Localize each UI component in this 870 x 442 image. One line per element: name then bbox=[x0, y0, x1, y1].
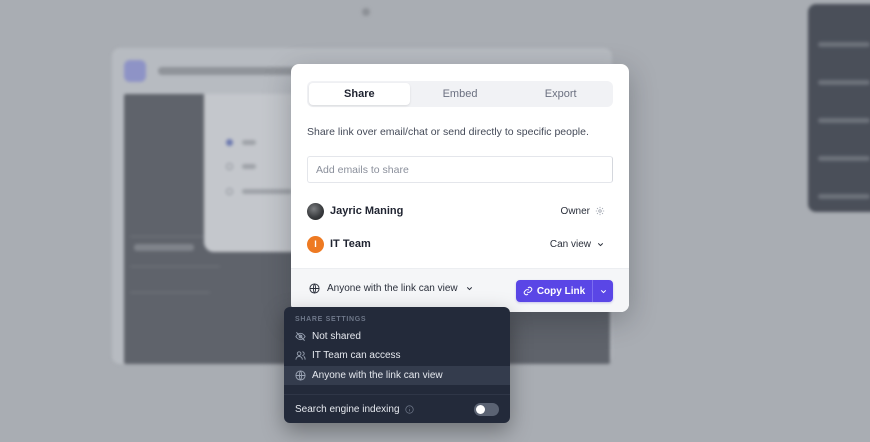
users-icon bbox=[295, 350, 306, 361]
member-name: Jayric Maning bbox=[330, 205, 404, 217]
menu-divider bbox=[284, 394, 510, 395]
background-dot bbox=[362, 8, 370, 16]
background-radio bbox=[226, 188, 233, 195]
menu-item-not-shared[interactable]: Not shared bbox=[284, 327, 510, 346]
copy-link-group: Copy Link bbox=[516, 280, 613, 302]
member-name: IT Team bbox=[330, 238, 371, 250]
chevron-down-icon bbox=[596, 240, 605, 249]
link-icon bbox=[523, 286, 533, 296]
search-indexing-toggle[interactable] bbox=[474, 402, 499, 416]
search-indexing-label: Search engine indexing bbox=[295, 403, 400, 415]
background-panel-item bbox=[818, 80, 870, 85]
background-side-panel bbox=[808, 4, 870, 212]
menu-item-label: IT Team can access bbox=[312, 350, 401, 361]
link-access-label: Anyone with the link can view bbox=[327, 283, 458, 294]
background-radio bbox=[226, 163, 233, 170]
role-label: Owner bbox=[560, 205, 590, 217]
info-icon bbox=[404, 404, 414, 414]
background-row-pill bbox=[134, 244, 194, 251]
background-panel-item bbox=[818, 42, 870, 47]
role-dropdown-it-team[interactable]: Can view bbox=[544, 236, 611, 253]
toggle-knob bbox=[476, 404, 485, 414]
chevron-down-icon bbox=[599, 287, 608, 296]
background-panel-item bbox=[818, 156, 870, 161]
search-indexing-row: Search engine indexing bbox=[295, 402, 499, 416]
chevron-down-icon bbox=[465, 284, 474, 293]
background-radio-text bbox=[242, 164, 256, 169]
copy-link-button[interactable]: Copy Link bbox=[516, 280, 592, 302]
share-modal: Share Embed Export Share link over email… bbox=[291, 64, 629, 312]
avatar bbox=[307, 202, 324, 220]
globe-icon bbox=[309, 283, 320, 294]
background-radio-text bbox=[242, 140, 256, 145]
menu-item-it-team-access[interactable]: IT Team can access bbox=[284, 346, 510, 365]
background-row-line bbox=[130, 236, 210, 237]
email-input[interactable] bbox=[307, 156, 613, 183]
menu-item-label: Not shared bbox=[312, 331, 361, 342]
member-row-it-team: I IT Team Can view bbox=[307, 233, 613, 255]
tab-embed[interactable]: Embed bbox=[410, 83, 511, 105]
background-row-line bbox=[130, 266, 220, 267]
gear-icon bbox=[595, 206, 605, 216]
tab-export[interactable]: Export bbox=[510, 83, 611, 105]
background-panel-item bbox=[818, 118, 870, 123]
background-row-line bbox=[130, 292, 210, 293]
menu-item-anyone-with-link[interactable]: Anyone with the link can view bbox=[284, 366, 510, 385]
role-owner[interactable]: Owner bbox=[555, 203, 611, 220]
member-row-owner: Jayric Maning Owner bbox=[307, 200, 613, 222]
tab-share[interactable]: Share bbox=[309, 83, 410, 105]
background-headline bbox=[158, 67, 308, 75]
share-footer: Anyone with the link can view Copy Link bbox=[291, 268, 629, 312]
background-avatar bbox=[124, 60, 146, 82]
background-panel-item bbox=[818, 194, 870, 199]
share-settings-menu: SHARE SETTINGS Not shared IT Team can ac… bbox=[284, 307, 510, 423]
menu-item-label: Anyone with the link can view bbox=[312, 370, 443, 381]
avatar: I bbox=[307, 235, 324, 253]
role-label: Can view bbox=[549, 238, 591, 250]
background-card-header bbox=[124, 60, 308, 82]
menu-heading: SHARE SETTINGS bbox=[295, 316, 367, 323]
copy-link-label: Copy Link bbox=[536, 285, 586, 297]
eye-off-icon bbox=[295, 331, 306, 342]
background-radio bbox=[226, 139, 233, 146]
share-description: Share link over email/chat or send direc… bbox=[307, 126, 589, 138]
copy-link-options-button[interactable] bbox=[592, 280, 613, 302]
link-access-dropdown[interactable]: Anyone with the link can view bbox=[309, 283, 474, 294]
background-radio-text bbox=[242, 189, 292, 194]
globe-icon bbox=[295, 370, 306, 381]
share-tabs: Share Embed Export bbox=[307, 81, 613, 107]
